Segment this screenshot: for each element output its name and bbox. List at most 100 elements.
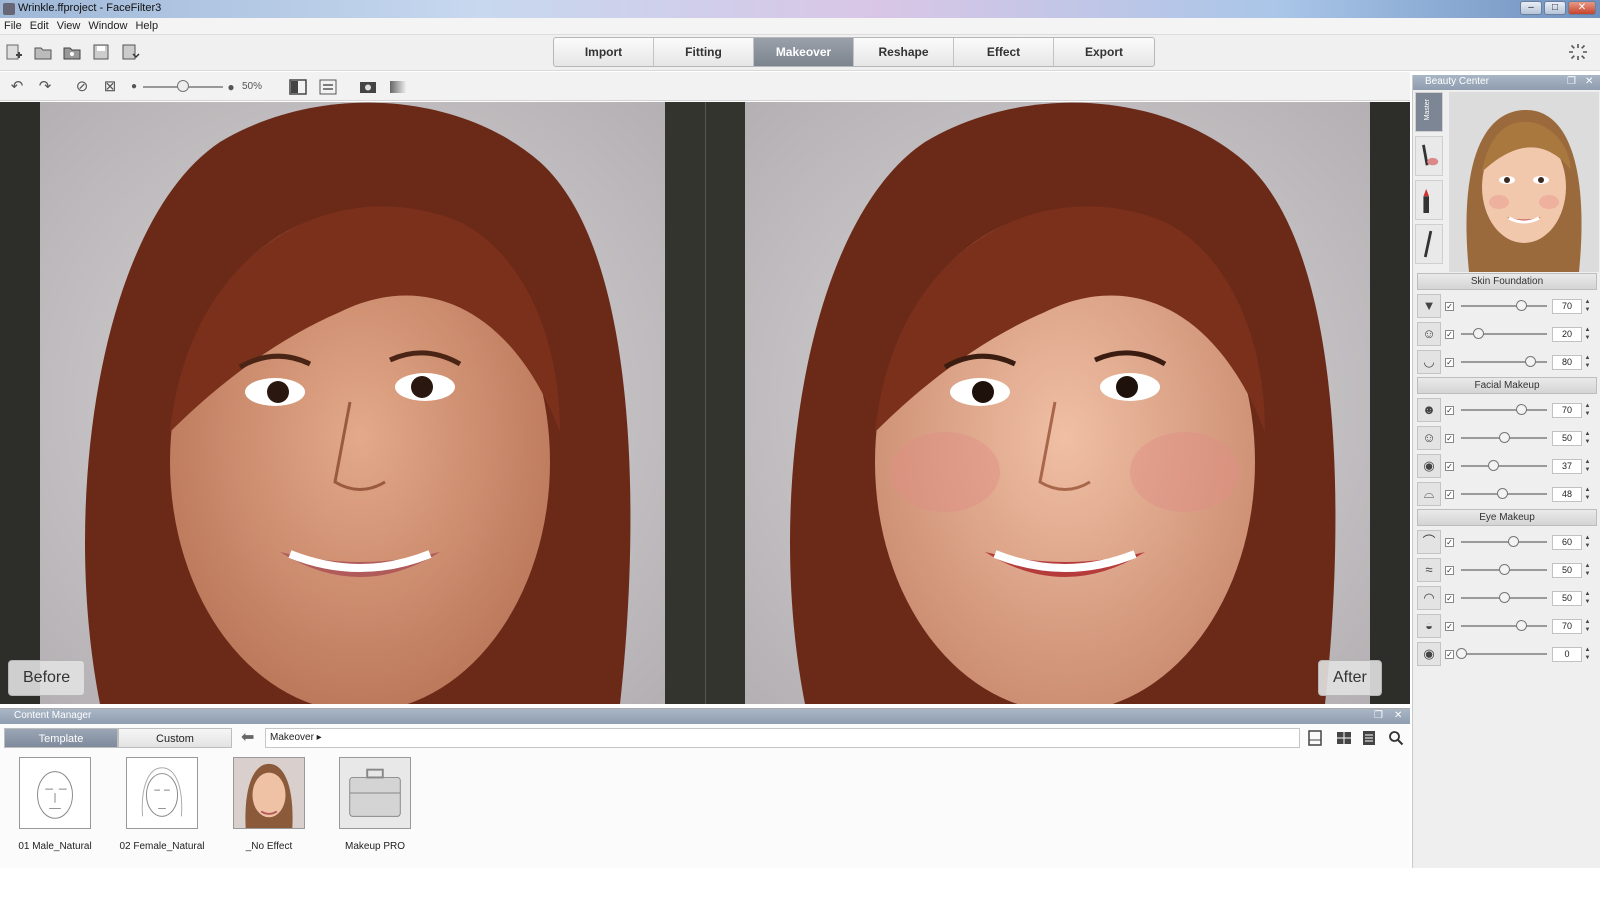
enable-checkbox[interactable]: ✓ <box>1445 330 1454 339</box>
slider-value-field[interactable]: 50 <box>1552 591 1582 606</box>
menu-file[interactable]: File <box>0 18 26 32</box>
new-project-icon[interactable] <box>4 43 24 61</box>
eyeliner-icon[interactable]: ≈ <box>1417 558 1441 582</box>
eye-shadow-icon[interactable]: ◠ <box>1417 586 1441 610</box>
template-item[interactable]: 01 Male_Natural <box>3 757 107 852</box>
enable-checkbox[interactable]: ✓ <box>1445 406 1454 415</box>
blemish-icon[interactable]: ☺ <box>1417 322 1441 346</box>
spin-arrows-icon[interactable]: ▲ ▼ <box>1583 458 1592 475</box>
slider-handle[interactable] <box>1499 564 1510 575</box>
template-item[interactable]: _No Effect <box>217 757 321 852</box>
slider-value-field[interactable]: 70 <box>1552 403 1582 418</box>
step-fitting[interactable]: Fitting <box>654 38 754 66</box>
zoom-in-icon[interactable]: ● <box>222 78 240 96</box>
menu-edit[interactable]: Edit <box>26 18 53 32</box>
maximize-button[interactable]: □ <box>1544 1 1566 15</box>
eyelid-icon[interactable]: ◒ <box>1417 614 1441 638</box>
slider-handle[interactable] <box>1516 300 1528 311</box>
slider-track[interactable] <box>1461 305 1547 307</box>
back-arrow-icon[interactable]: ⬅ <box>241 728 259 748</box>
open-folder-icon[interactable] <box>62 43 82 61</box>
grid-view-icon[interactable] <box>1336 730 1352 746</box>
blush-icon[interactable]: ☺ <box>1417 426 1441 450</box>
split-view-icon[interactable] <box>289 78 307 96</box>
slider-handle[interactable] <box>1516 404 1528 415</box>
enable-checkbox[interactable]: ✓ <box>1445 650 1454 659</box>
background-gradient-icon[interactable] <box>389 78 407 96</box>
open-icon[interactable] <box>33 43 53 61</box>
enable-checkbox[interactable]: ✓ <box>1445 434 1454 443</box>
spin-arrows-icon[interactable]: ▲ ▼ <box>1583 534 1592 551</box>
slider-value-field[interactable]: 80 <box>1552 355 1582 370</box>
redo-icon[interactable]: ↷ <box>36 78 54 96</box>
spin-arrows-icon[interactable]: ▲ ▼ <box>1583 486 1592 503</box>
search-icon[interactable] <box>1388 730 1404 746</box>
section-header[interactable]: Skin Foundation <box>1417 273 1597 290</box>
template-item[interactable]: 02 Female_Natural <box>110 757 214 852</box>
swap-view-icon[interactable] <box>319 78 337 96</box>
slider-track[interactable] <box>1461 625 1547 627</box>
slider-track[interactable] <box>1461 541 1547 543</box>
slider-value-field[interactable]: 37 <box>1552 459 1582 474</box>
spin-arrows-icon[interactable]: ▲ ▼ <box>1583 298 1592 315</box>
close-icon[interactable]: ✕ <box>1394 710 1402 721</box>
minimize-button[interactable]: – <box>1520 1 1542 15</box>
spin-arrows-icon[interactable]: ▲ ▼ <box>1583 354 1592 371</box>
slider-track[interactable] <box>1461 409 1547 411</box>
slider-value-field[interactable]: 60 <box>1552 535 1582 550</box>
slider-handle[interactable] <box>1499 432 1510 443</box>
slider-handle[interactable] <box>1499 592 1510 603</box>
slider-handle[interactable] <box>1487 460 1499 471</box>
slider-track[interactable] <box>1461 465 1547 467</box>
spin-arrows-icon[interactable]: ▲ ▼ <box>1583 326 1592 343</box>
spin-arrows-icon[interactable]: ▲ ▼ <box>1583 646 1592 663</box>
enable-checkbox[interactable]: ✓ <box>1445 622 1454 631</box>
lipstick-tab[interactable] <box>1415 180 1443 220</box>
single-view-icon[interactable] <box>1307 730 1323 746</box>
list-view-icon[interactable] <box>1361 730 1377 746</box>
enable-checkbox[interactable]: ✓ <box>1445 538 1454 547</box>
face-contour-icon[interactable]: ☻ <box>1417 398 1441 422</box>
save-as-icon[interactable] <box>120 43 140 61</box>
save-icon[interactable] <box>91 43 111 61</box>
step-reshape[interactable]: Reshape <box>854 38 954 66</box>
slider-handle[interactable] <box>1507 536 1519 547</box>
lip-color-icon[interactable]: ⌓ <box>1417 482 1441 506</box>
step-export[interactable]: Export <box>1054 38 1154 66</box>
slider-handle[interactable] <box>1524 356 1536 367</box>
enable-checkbox[interactable]: ✓ <box>1445 594 1454 603</box>
close-icon[interactable]: ✕ <box>1585 76 1593 87</box>
slider-value-field[interactable]: 50 <box>1552 563 1582 578</box>
tab-template[interactable]: Template <box>4 728 118 748</box>
menu-help[interactable]: Help <box>131 18 162 32</box>
step-makeover[interactable]: Makeover <box>754 38 854 66</box>
fit-to-window-icon[interactable]: ⊠ <box>101 78 119 96</box>
spin-arrows-icon[interactable]: ▲ ▼ <box>1583 402 1592 419</box>
slider-handle[interactable] <box>1473 328 1485 339</box>
close-button[interactable]: ✕ <box>1568 1 1596 15</box>
slider-value-field[interactable]: 20 <box>1552 327 1582 342</box>
slider-value-field[interactable]: 70 <box>1552 299 1582 314</box>
zoom-out-icon[interactable]: ● <box>125 78 143 96</box>
menu-view[interactable]: View <box>53 18 85 32</box>
slider-handle[interactable] <box>1456 648 1467 659</box>
enable-checkbox[interactable]: ✓ <box>1445 358 1454 367</box>
slider-handle[interactable] <box>1497 488 1509 499</box>
slider-track[interactable] <box>1461 653 1547 655</box>
lip-gloss-icon[interactable]: ◉ <box>1417 454 1441 478</box>
step-import[interactable]: Import <box>554 38 654 66</box>
snapshot-icon[interactable] <box>359 78 377 96</box>
spin-arrows-icon[interactable]: ▲ ▼ <box>1583 562 1592 579</box>
makeup-brush-tab[interactable] <box>1415 136 1443 176</box>
menu-window[interactable]: Window <box>84 18 131 32</box>
enable-checkbox[interactable]: ✓ <box>1445 462 1454 471</box>
enable-checkbox[interactable]: ✓ <box>1445 490 1454 499</box>
iris-icon[interactable]: ◉ <box>1417 642 1441 666</box>
zoom-slider-handle[interactable] <box>177 80 189 92</box>
slider-value-field[interactable]: 0 <box>1552 647 1582 662</box>
spin-arrows-icon[interactable]: ▲ ▼ <box>1583 618 1592 635</box>
foundation-icon[interactable]: ▼ <box>1417 294 1441 318</box>
reset-icon[interactable]: ⊘ <box>73 78 91 96</box>
eye-brush-tab[interactable] <box>1415 224 1443 264</box>
slider-value-field[interactable]: 50 <box>1552 431 1582 446</box>
